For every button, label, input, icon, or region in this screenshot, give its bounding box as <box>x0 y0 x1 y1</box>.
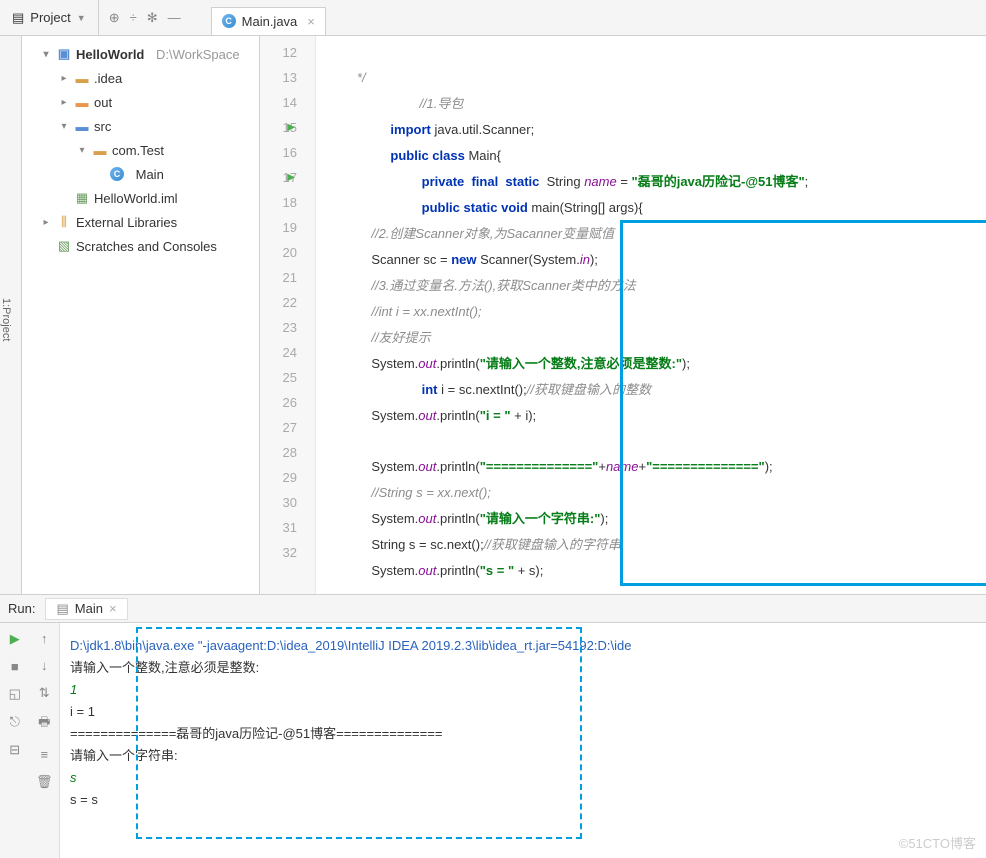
console-line: 请输入一个整数,注意必须是整数: <box>70 657 976 679</box>
toolbar: ▤ Project ▼ ⊕ ÷ ✻ — C Main.java × <box>0 0 986 36</box>
code-editor[interactable]: 12131415▶1617▶18192021222324252627282930… <box>260 36 986 594</box>
gear-icon[interactable]: ✻ <box>147 10 158 26</box>
wrap-icon[interactable]: ⇅ <box>39 685 50 701</box>
left-tool-rail[interactable]: 1:Project <box>0 36 22 594</box>
run-panel: Run: ▤ Main × ▶ ■ ◱ ⎋ ⊟ ↑ ↓ ⇅ 🖶 ≡ 🗑 <box>0 594 986 858</box>
project-label: Project <box>30 10 70 25</box>
close-icon[interactable]: × <box>109 601 117 616</box>
divider-icon: ÷ <box>130 10 137 26</box>
java-class-icon: C <box>110 167 124 181</box>
run-header: Run: ▤ Main × <box>0 595 986 623</box>
down-icon[interactable]: ↓ <box>41 658 48 673</box>
toolbar-icons: ⊕ ÷ ✻ — <box>99 10 191 26</box>
java-file-icon: C <box>222 14 236 28</box>
filter-icon[interactable]: ≡ <box>40 747 48 762</box>
console-output[interactable]: D:\jdk1.8\bin\java.exe "-javaagent:D:\id… <box>60 623 986 858</box>
minimize-icon[interactable]: — <box>168 10 181 26</box>
settings-icon[interactable]: ⊟ <box>9 742 20 758</box>
up-icon[interactable]: ↑ <box>41 631 48 646</box>
dropdown-icon: ▼ <box>77 13 86 23</box>
stop-icon[interactable]: ■ <box>11 659 19 674</box>
tree-scratch[interactable]: ▧Scratches and Consoles <box>22 234 259 258</box>
run-gutter-icon[interactable]: ▶ <box>287 165 295 190</box>
run-gutter-icon[interactable]: ▶ <box>287 115 295 140</box>
console-input: s <box>70 767 976 789</box>
run-label: Run: <box>8 601 35 616</box>
tree-out[interactable]: ▸▬out <box>22 90 259 114</box>
target-icon[interactable]: ⊕ <box>109 10 120 26</box>
tree-src[interactable]: ▾▬src <box>22 114 259 138</box>
console-line: 请输入一个字符串: <box>70 745 976 767</box>
console-line: i = 1 <box>70 701 976 723</box>
code-content[interactable]: */ //1.导包 import java.util.Scanner; publ… <box>316 36 986 594</box>
close-tab-icon[interactable]: × <box>307 14 315 29</box>
watermark: ©51CTO博客 <box>899 833 976 852</box>
console-line: ==============磊哥的java历险记-@51博客==========… <box>70 723 976 745</box>
run-body: ▶ ■ ◱ ⎋ ⊟ ↑ ↓ ⇅ 🖶 ≡ 🗑 D:\jdk1.8\bin\java… <box>0 623 986 858</box>
file-tab-label: Main.java <box>242 14 298 29</box>
print-icon[interactable]: 🖶 <box>38 713 50 735</box>
project-tree: ▾▣HelloWorld D:\WorkSpace ▸▬.idea ▸▬out … <box>22 36 260 594</box>
project-tool-icon: ▤ <box>12 10 24 26</box>
layout-icon[interactable]: ◱ <box>9 686 21 702</box>
rerun-icon[interactable]: ▶ <box>10 631 20 647</box>
console-line: s = s <box>70 789 976 811</box>
tree-idea[interactable]: ▸▬.idea <box>22 66 259 90</box>
trash-icon[interactable]: 🗑 <box>36 774 53 790</box>
console-input: 1 <box>70 679 976 701</box>
console-cmd: D:\jdk1.8\bin\java.exe "-javaagent:D:\id… <box>70 635 976 657</box>
tree-iml[interactable]: ▦HelloWorld.iml <box>22 186 259 210</box>
project-tool-tab[interactable]: ▤ Project ▼ <box>0 0 99 35</box>
editor-tab[interactable]: C Main.java × <box>211 7 326 35</box>
tree-main[interactable]: C Main <box>22 162 259 186</box>
tree-ext-lib[interactable]: ▸⫼External Libraries <box>22 210 259 234</box>
exit-icon[interactable]: ⎋ <box>10 714 20 730</box>
run-tool-buttons: ▶ ■ ◱ ⎋ ⊟ ↑ ↓ ⇅ 🖶 ≡ 🗑 <box>0 623 60 858</box>
tree-pkg[interactable]: ▾▬com.Test <box>22 138 259 162</box>
main-area: 1:Project ▾▣HelloWorld D:\WorkSpace ▸▬.i… <box>0 36 986 594</box>
run-config-icon: ▤ <box>56 601 68 617</box>
line-gutter: 12131415▶1617▶18192021222324252627282930… <box>260 36 316 594</box>
run-tab[interactable]: ▤ Main × <box>45 598 127 620</box>
tree-root[interactable]: ▾▣HelloWorld D:\WorkSpace <box>22 42 259 66</box>
